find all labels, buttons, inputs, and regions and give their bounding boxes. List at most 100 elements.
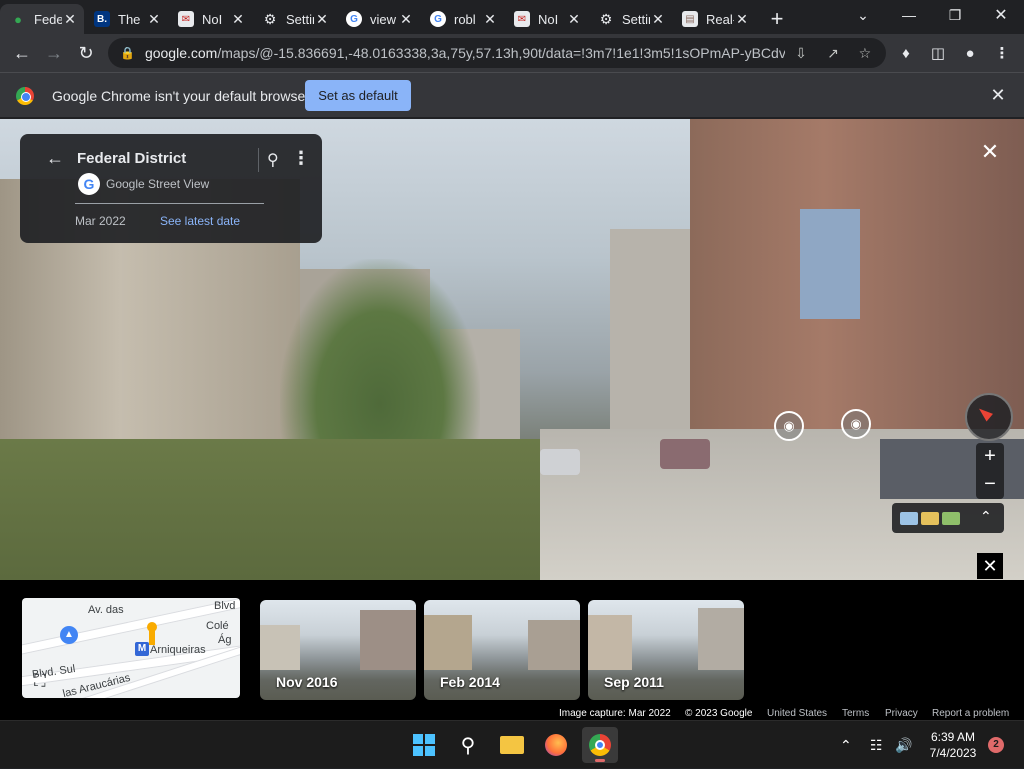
gear-icon: ⚙ bbox=[599, 10, 613, 27]
timeline-thumbnail[interactable]: Sep 2011 bbox=[588, 600, 744, 700]
url-domain: google.com bbox=[144, 45, 218, 61]
google-logo-icon: G bbox=[78, 173, 100, 195]
window-close-button[interactable]: ✕ bbox=[978, 0, 1024, 30]
set-as-default-button[interactable]: Set as default bbox=[305, 80, 411, 111]
thumb-building bbox=[698, 608, 744, 670]
windows-taskbar: ⚲ ⌃ ☷ 🔊 6:39 AM 7/4/2023 bbox=[0, 720, 1024, 768]
close-icon[interactable]: ✕ bbox=[650, 11, 666, 28]
profile-avatar-icon[interactable]: ● bbox=[954, 37, 986, 69]
infobar-message: Google Chrome isn't your default browser bbox=[52, 88, 310, 104]
mail-icon: ✉ bbox=[514, 11, 530, 27]
start-button[interactable] bbox=[406, 727, 442, 763]
tab-mail-1[interactable]: ✉ NoI ✕ bbox=[168, 4, 252, 34]
system-clock[interactable]: 6:39 AM 7/4/2023 bbox=[918, 729, 988, 761]
street-view-close-icon[interactable]: ✕ bbox=[978, 140, 1002, 164]
timeline-date: Feb 2014 bbox=[440, 674, 500, 690]
close-icon[interactable]: ✕ bbox=[314, 11, 330, 28]
divider bbox=[258, 148, 259, 172]
more-options-icon[interactable]: ⋮ bbox=[292, 148, 310, 169]
tab-settings-1[interactable]: ⚙ Settings ✕ bbox=[252, 4, 336, 34]
minimap[interactable]: Av. das Blvd Colé Ág Arniqueiras Blvd. S… bbox=[22, 598, 240, 698]
tab-search-chevron-icon[interactable]: ⌄ bbox=[840, 0, 886, 30]
image-capture-date: Image capture: Mar 2022 bbox=[559, 708, 671, 719]
chrome-taskbar-icon[interactable] bbox=[582, 727, 618, 763]
menu-kebab-icon[interactable]: ⋮ bbox=[986, 37, 1018, 69]
imagery-source: Google Street View bbox=[106, 177, 210, 191]
reload-button[interactable]: ↻ bbox=[70, 37, 102, 69]
street-label: Blvd bbox=[214, 600, 236, 612]
minimize-button[interactable]: — bbox=[886, 0, 932, 30]
volume-icon[interactable]: 🔊 bbox=[895, 721, 912, 769]
tab-mail-2[interactable]: ✉ NoI ✕ bbox=[504, 4, 588, 34]
extensions-icon[interactable]: ♦ bbox=[890, 37, 922, 69]
active-indicator bbox=[595, 759, 605, 762]
compass-icon[interactable] bbox=[965, 393, 1013, 441]
tab-title: view bbox=[370, 11, 397, 27]
timeline-close-icon[interactable]: ✕ bbox=[977, 553, 1003, 579]
street-view-info-card: ← Federal District ⚲ ⋮ G Google Street V… bbox=[20, 134, 322, 243]
tab-settings-2[interactable]: ⚙ Settings ✕ bbox=[588, 4, 672, 34]
close-icon[interactable]: ✕ bbox=[734, 11, 750, 28]
street-label: Av. das bbox=[88, 604, 124, 616]
tab-booking[interactable]: B. The ✕ bbox=[84, 4, 168, 34]
close-icon[interactable]: ✕ bbox=[230, 11, 246, 28]
tab-title: Federal District bbox=[34, 11, 62, 27]
share-icon[interactable]: ↗ bbox=[817, 45, 849, 62]
url-text[interactable]: google.com/maps/@-15.836691,-48.0163338,… bbox=[145, 45, 785, 61]
tab-federal-district[interactable]: ● Federal District ✕ bbox=[0, 4, 84, 34]
window-panel bbox=[800, 209, 860, 319]
copyright: © 2023 Google bbox=[685, 708, 753, 719]
map-layers-toggle[interactable]: ⌃ bbox=[892, 503, 1004, 533]
close-icon[interactable]: ✕ bbox=[482, 11, 498, 28]
close-icon[interactable]: ✕ bbox=[62, 11, 78, 28]
network-icon[interactable]: ☷ bbox=[870, 721, 883, 769]
location-pin-icon[interactable]: ⚲ bbox=[267, 150, 279, 170]
street-view-location-marker[interactable]: ◉ bbox=[774, 411, 804, 441]
close-icon[interactable]: ✕ bbox=[398, 11, 414, 28]
tab-real-time[interactable]: ▤ Real-time ✕ bbox=[672, 4, 756, 34]
timeline-date: Nov 2016 bbox=[276, 674, 338, 690]
car bbox=[660, 439, 710, 469]
terrain-layer-icon bbox=[921, 512, 939, 525]
see-latest-date-link[interactable]: See latest date bbox=[160, 214, 240, 228]
new-tab-button[interactable]: + bbox=[762, 4, 792, 34]
side-panel-icon[interactable]: ◫ bbox=[922, 37, 954, 69]
back-button[interactable]: ← bbox=[6, 37, 38, 69]
expand-map-icon[interactable]: ⛶ bbox=[30, 672, 50, 692]
search-icon[interactable]: ⚲ bbox=[450, 727, 486, 763]
back-arrow-icon[interactable]: ← bbox=[46, 148, 64, 169]
forward-button[interactable]: → bbox=[38, 37, 70, 69]
tab-title: The bbox=[118, 11, 141, 27]
close-icon[interactable]: ✕ bbox=[146, 11, 162, 28]
zoom-in-button[interactable]: + bbox=[976, 443, 1004, 471]
tab-title: robl bbox=[454, 11, 476, 27]
zoom-out-button[interactable]: − bbox=[976, 471, 1004, 499]
page-icon: ▤ bbox=[682, 11, 698, 27]
timeline-thumbnail[interactable]: Feb 2014 bbox=[424, 600, 580, 700]
restore-button[interactable]: ❐ bbox=[932, 0, 978, 30]
pegman-body bbox=[149, 631, 155, 645]
terms-link[interactable]: Terms bbox=[842, 708, 869, 719]
mail-icon: ✉ bbox=[178, 11, 194, 27]
divider bbox=[75, 203, 264, 204]
country-link[interactable]: United States bbox=[767, 708, 827, 719]
close-icon[interactable]: ✕ bbox=[566, 11, 582, 28]
chrome-logo-center bbox=[595, 740, 605, 750]
address-bar[interactable]: 🔒 google.com/maps/@-15.836691,-48.016333… bbox=[108, 38, 886, 68]
infobar-close-icon[interactable]: ✕ bbox=[986, 85, 1010, 106]
timeline-thumbnail[interactable]: Nov 2016 bbox=[260, 600, 416, 700]
street-view-location-marker[interactable]: ◉ bbox=[841, 409, 871, 439]
report-problem-link[interactable]: Report a problem bbox=[932, 708, 1009, 719]
lock-icon[interactable]: 🔒 bbox=[120, 46, 135, 60]
install-app-icon[interactable]: ⇩ bbox=[785, 45, 817, 62]
bookmark-star-icon[interactable]: ☆ bbox=[849, 45, 881, 62]
file-explorer-icon[interactable] bbox=[494, 727, 530, 763]
firefox-icon[interactable] bbox=[538, 727, 574, 763]
tab-robl[interactable]: G robl ✕ bbox=[420, 4, 504, 34]
privacy-link[interactable]: Privacy bbox=[885, 708, 918, 719]
tab-view[interactable]: G view ✕ bbox=[336, 4, 420, 34]
chevron-up-icon[interactable]: ⌃ bbox=[980, 508, 992, 525]
tab-title: Settings bbox=[622, 11, 650, 27]
notification-badge[interactable]: 2 bbox=[988, 737, 1004, 753]
show-hidden-icons-chevron[interactable]: ⌃ bbox=[840, 721, 852, 769]
